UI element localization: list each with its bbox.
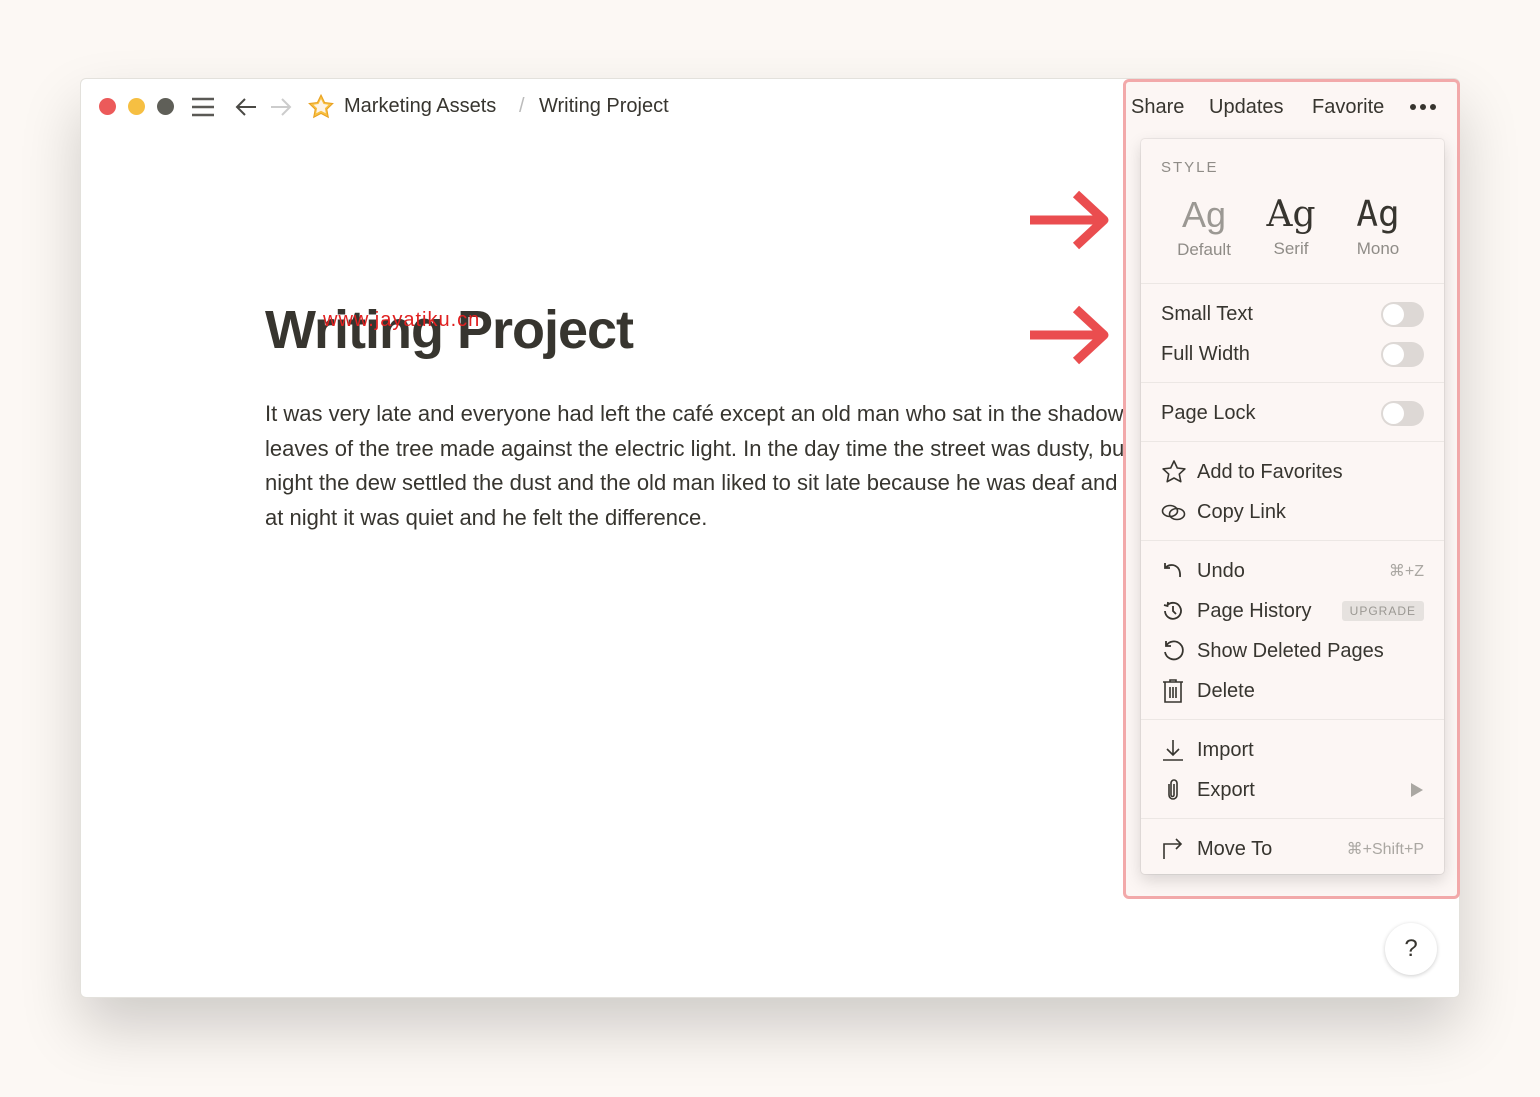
toggle-label: Page Lock: [1161, 401, 1256, 424]
menu-item-export[interactable]: Export: [1161, 772, 1424, 808]
page-lock-toggle-row[interactable]: Page Lock: [1161, 395, 1424, 431]
history-icon: [1163, 601, 1182, 620]
back-arrow-icon[interactable]: [234, 96, 258, 118]
paragraph-line: It was very late and everyone had left t…: [265, 401, 1135, 426]
undo-icon: [1164, 563, 1181, 578]
page-options-menu: STYLE Ag Default Ag Serif Ag Mono Small Tex…: [1141, 139, 1444, 874]
menu-item-label: Show Deleted Pages: [1197, 639, 1384, 662]
menu-item-delete[interactable]: Delete: [1161, 673, 1424, 709]
paragraph-line: leaves of the tree made against the elec…: [265, 435, 1135, 461]
style-serif[interactable]: Ag Serif: [1246, 194, 1336, 259]
style-sample: Ag: [1356, 194, 1400, 235]
menu-item-add-to-favorites[interactable]: Add to Favorites: [1161, 454, 1424, 490]
menu-item-move-to[interactable]: Move To ⌘+Shift+P: [1161, 831, 1424, 867]
breadcrumb-item[interactable]: Marketing Assets: [344, 95, 496, 118]
menu-item-label: Add to Favorites: [1197, 460, 1343, 483]
menu-icon[interactable]: [191, 96, 215, 118]
updates-button[interactable]: Updates: [1209, 96, 1284, 119]
shortcut-label: ⌘+Z: [1388, 563, 1424, 580]
favorite-button[interactable]: Favorite: [1312, 96, 1384, 119]
arrow-annotation-icon: [1022, 299, 1114, 371]
shortcut-label: ⌘+Shift+P: [1346, 841, 1424, 858]
share-button[interactable]: Share: [1131, 96, 1184, 119]
style-default[interactable]: Ag Default: [1159, 194, 1249, 260]
toggle-label: Full Width: [1161, 342, 1250, 365]
menu-item-label: Page History: [1197, 599, 1312, 622]
restore-icon: [1164, 640, 1184, 661]
breadcrumb-separator: /: [519, 95, 525, 117]
more-options-icon[interactable]: [1409, 102, 1439, 112]
close-window-button[interactable]: [99, 98, 116, 115]
paperclip-icon: [1168, 779, 1178, 800]
menu-item-undo[interactable]: Undo ⌘+Z: [1161, 553, 1424, 589]
chevron-right-icon: [1411, 783, 1423, 797]
style-mono[interactable]: Ag Mono: [1333, 194, 1423, 259]
page-body[interactable]: It was very late and everyone had left t…: [265, 397, 1135, 535]
menu-item-label: Import: [1197, 738, 1254, 761]
style-heading: STYLE: [1161, 159, 1219, 176]
arrow-annotation-icon: [1022, 184, 1114, 256]
minimize-window-button[interactable]: [128, 98, 145, 115]
link-icon: [1161, 504, 1186, 521]
toggle-label: Small Text: [1161, 302, 1253, 325]
paragraph-line: at night it was quiet and he felt the di…: [265, 504, 708, 530]
page-lock-toggle[interactable]: [1381, 400, 1424, 426]
watermark: www.jayatiku.cn: [323, 309, 481, 331]
style-label: Serif: [1273, 239, 1309, 258]
style-sample: Ag: [1266, 194, 1316, 235]
upgrade-badge[interactable]: UPGRADE: [1341, 601, 1424, 621]
forward-arrow-icon[interactable]: [269, 96, 293, 118]
trash-icon: [1163, 679, 1183, 703]
menu-item-page-history[interactable]: Page History UPGRADE: [1161, 593, 1424, 629]
menu-item-copy-link[interactable]: Copy Link: [1161, 494, 1424, 530]
menu-item-show-deleted-pages[interactable]: Show Deleted Pages: [1161, 633, 1424, 669]
menu-item-label: Export: [1197, 778, 1255, 801]
star-icon: [1162, 460, 1186, 483]
paragraph-line: night the dew settled the dust and the o…: [265, 470, 1135, 495]
zoom-window-button[interactable]: [157, 98, 174, 115]
menu-item-label: Undo: [1197, 559, 1245, 582]
help-button[interactable]: ?: [1385, 923, 1437, 975]
small-text-toggle-row[interactable]: Small Text: [1161, 296, 1424, 332]
full-width-toggle[interactable]: [1381, 341, 1424, 367]
breadcrumb-item[interactable]: Writing Project: [539, 95, 669, 118]
move-icon: [1163, 838, 1183, 859]
menu-item-label: Copy Link: [1197, 500, 1286, 523]
full-width-toggle-row[interactable]: Full Width: [1161, 336, 1424, 372]
menu-item-label: Delete: [1197, 679, 1255, 702]
highlight-region: Share Updates Favorite STYLE Ag Default A…: [1123, 79, 1460, 899]
menu-item-label: Move To: [1197, 837, 1273, 860]
style-sample: Ag: [1181, 194, 1227, 235]
style-label: Default: [1177, 240, 1231, 259]
menu-item-import[interactable]: Import: [1161, 732, 1424, 768]
small-text-toggle[interactable]: [1381, 301, 1424, 327]
style-label: Mono: [1356, 239, 1400, 258]
star-page-icon: [308, 93, 334, 119]
import-icon: [1163, 740, 1183, 761]
